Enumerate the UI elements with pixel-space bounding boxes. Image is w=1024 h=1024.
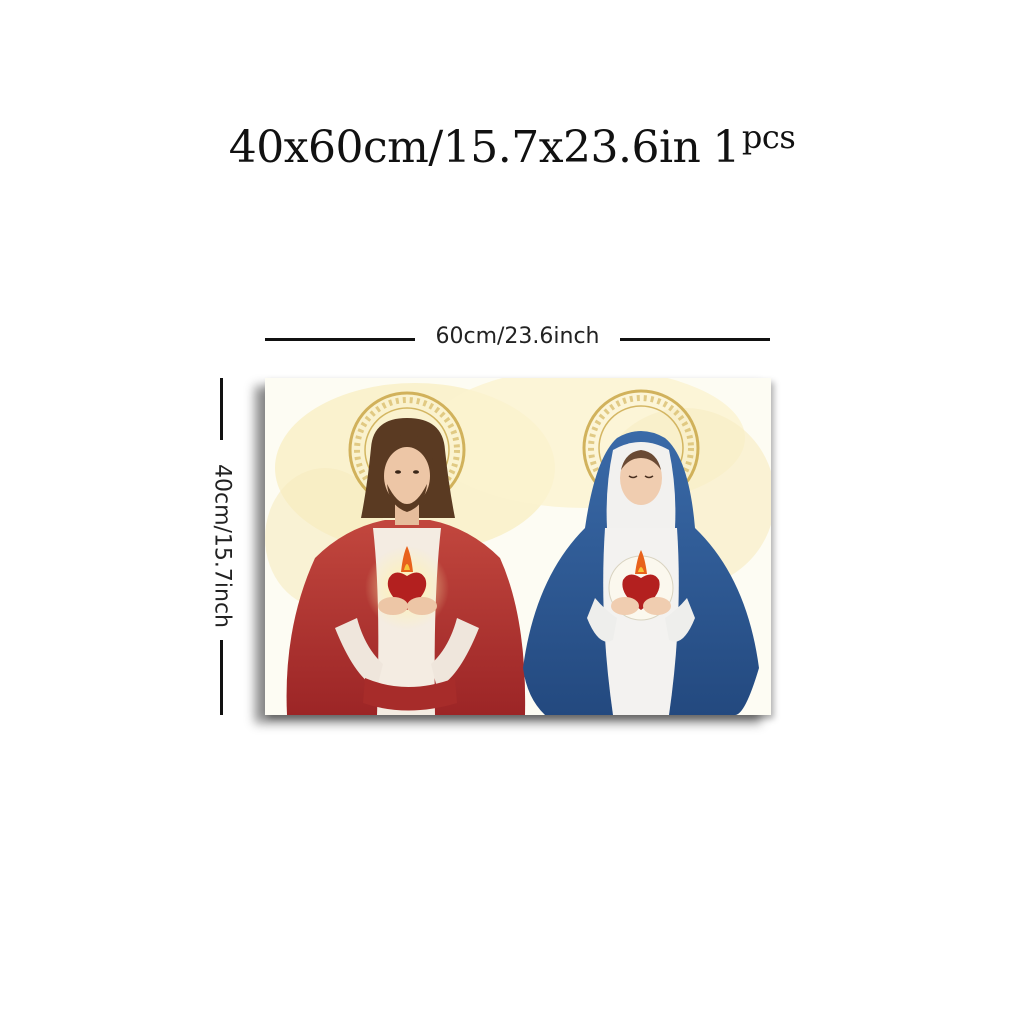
width-dimension: 60cm/23.6inch — [265, 322, 770, 356]
height-line-top — [220, 378, 223, 440]
size-text: 40x60cm/15.7x23.6in — [228, 122, 701, 173]
height-dimension: 40cm/15.7inch — [205, 378, 239, 715]
canvas-print — [265, 378, 771, 715]
height-label: 40cm/15.7inch — [209, 463, 235, 628]
artwork-illustration — [265, 378, 771, 715]
product-size-title: 40x60cm/15.7x23.6in 1pcs — [0, 118, 1024, 173]
width-line-left — [265, 338, 415, 341]
width-label: 60cm/23.6inch — [435, 324, 600, 349]
piece-count: 1 — [712, 122, 740, 173]
height-line-bottom — [220, 640, 223, 715]
width-line-right — [620, 338, 770, 341]
piece-unit: pcs — [741, 118, 796, 156]
